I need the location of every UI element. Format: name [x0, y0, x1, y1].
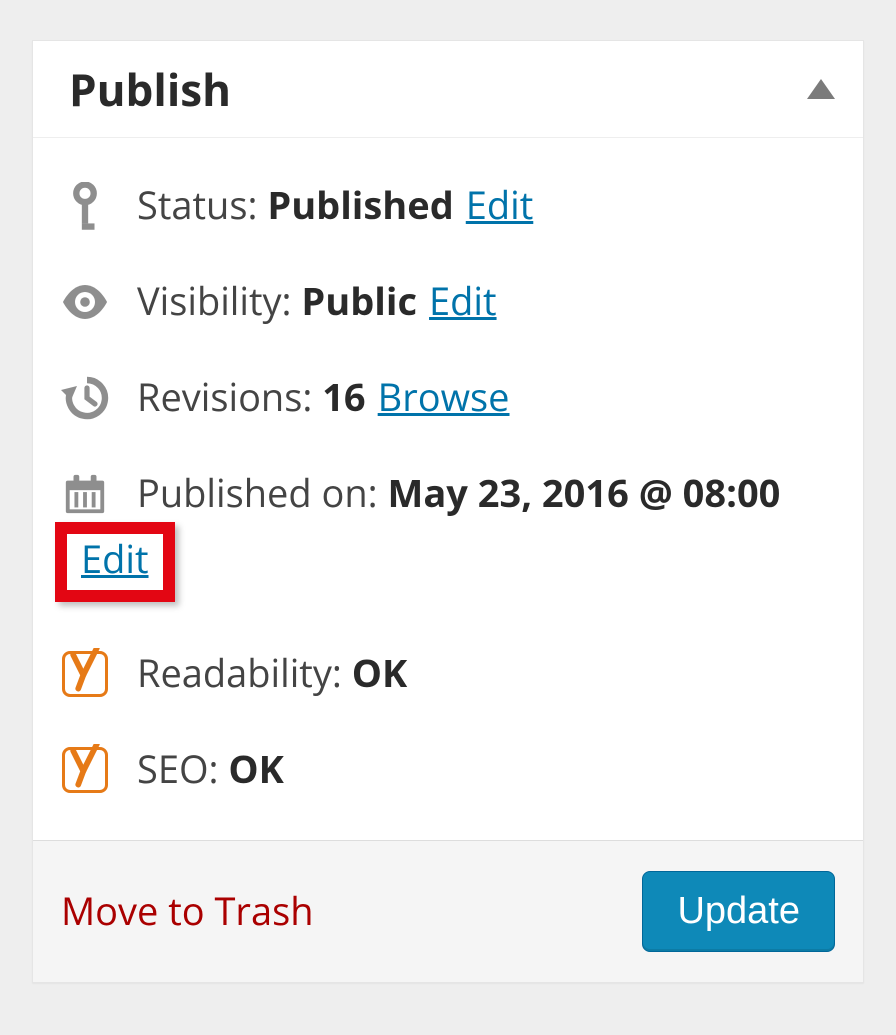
calendar-icon — [61, 470, 109, 518]
panel-footer: Move to Trash Update — [33, 840, 863, 982]
revisions-row: Revisions: 16 Browse — [61, 374, 835, 422]
seo-value: OK — [228, 746, 283, 794]
update-button[interactable]: Update — [642, 871, 835, 952]
revisions-label: Revisions: — [137, 374, 312, 422]
yoast-icon — [61, 746, 109, 794]
published-label: Published on: — [137, 470, 378, 518]
status-value: Published — [267, 182, 453, 230]
visibility-value: Public — [301, 278, 417, 326]
move-to-trash-link[interactable]: Move to Trash — [61, 885, 314, 937]
published-row: Published on: May 23, 2016 @ 08:00 Edit — [61, 470, 835, 602]
status-edit-link[interactable]: Edit — [466, 182, 534, 230]
seo-row: SEO: OK — [61, 746, 835, 794]
eye-icon — [61, 278, 109, 326]
revisions-browse-link[interactable]: Browse — [378, 374, 510, 422]
visibility-row: Visibility: Public Edit — [61, 278, 835, 326]
collapse-up-icon — [807, 79, 835, 99]
seo-label: SEO: — [137, 746, 219, 794]
readability-label: Readability: — [137, 650, 342, 698]
published-edit-link[interactable]: Edit — [81, 533, 149, 585]
readability-row: Readability: OK — [61, 650, 835, 698]
revisions-count: 16 — [322, 374, 365, 422]
readability-value: OK — [352, 650, 407, 698]
status-row: Status: Published Edit — [61, 182, 835, 230]
publish-panel: Publish Status: Published Edit — [32, 40, 864, 983]
panel-header[interactable]: Publish — [33, 41, 863, 138]
panel-body: Status: Published Edit Visibility: Publi… — [33, 138, 863, 840]
key-icon — [61, 182, 109, 230]
status-label: Status: — [137, 182, 257, 230]
visibility-edit-link[interactable]: Edit — [429, 278, 497, 326]
visibility-label: Visibility: — [137, 278, 292, 326]
published-value: May 23, 2016 @ 08:00 — [388, 470, 781, 518]
edit-highlight: Edit — [55, 522, 175, 602]
yoast-icon — [61, 650, 109, 698]
panel-title: Publish — [69, 59, 231, 119]
history-icon — [61, 374, 109, 422]
